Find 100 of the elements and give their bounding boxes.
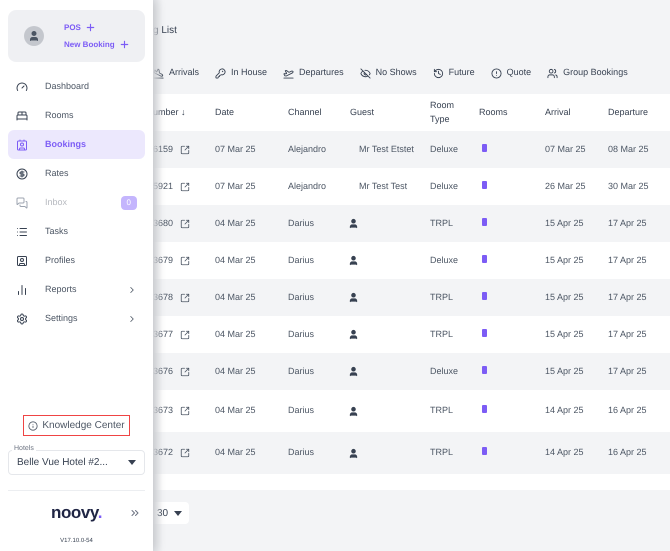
open-external-icon[interactable] xyxy=(180,218,190,228)
open-external-icon[interactable] xyxy=(180,182,190,192)
sidebar-item-label: Rooms xyxy=(45,108,75,122)
sidebar-item-label: Tasks xyxy=(45,224,70,238)
open-external-icon[interactable] xyxy=(180,448,190,458)
sidebar-item[interactable]: Reports xyxy=(8,275,145,304)
bar-chart-icon xyxy=(16,284,28,296)
booking-number: 6159 xyxy=(153,142,174,156)
person-icon xyxy=(348,218,359,229)
open-external-icon[interactable] xyxy=(180,366,190,376)
booking-row[interactable]: 3678 04 Mar 25 Darius TRPL 15 Apr 25 17 Apr 25 xyxy=(153,279,670,316)
knowledge-center-link[interactable]: Knowledge Center xyxy=(23,415,130,436)
table-cell: Darius xyxy=(288,292,314,302)
open-external-icon[interactable] xyxy=(180,292,190,302)
filter-tab[interactable]: Quote xyxy=(490,66,532,80)
booking-number: 3678 xyxy=(153,290,174,304)
table-cell: 16 Apr 25 xyxy=(608,405,647,416)
column-header[interactable]: Room Type xyxy=(430,98,460,126)
table-cell: Deluxe xyxy=(430,366,458,376)
sidebar-item-label: Profiles xyxy=(45,254,76,267)
sidebar-item[interactable]: Rates xyxy=(8,159,145,188)
column-header[interactable]: Date xyxy=(215,106,234,120)
column-header[interactable]: Arrival xyxy=(545,106,571,120)
filter-tab[interactable]: Future xyxy=(432,66,475,80)
expand-icon[interactable] xyxy=(129,507,141,519)
table-cell: 30 Mar 25 xyxy=(608,180,649,191)
filter-tab[interactable]: Group Bookings xyxy=(547,66,628,80)
table-cell: Deluxe xyxy=(430,254,458,265)
filter-tab[interactable]: Arrivals xyxy=(153,66,200,80)
booking-number: 3680 xyxy=(153,216,174,230)
table-cell: 08 Mar 25 xyxy=(608,144,649,154)
booking-row[interactable]: 3676 04 Mar 25 Darius Deluxe 15 Apr 25 17 Apr 25 xyxy=(153,353,670,390)
column-header[interactable]: Guest xyxy=(350,106,374,120)
table-cell: Deluxe xyxy=(430,180,458,191)
open-external-icon[interactable] xyxy=(180,330,190,340)
table-cell-text: Mr Test Test xyxy=(358,180,408,191)
table-cell: 07 Mar 25 xyxy=(215,180,256,191)
booking-row[interactable]: 6159 07 Mar 25 Alejandro Mr Test Etstet Deluxe 07 Mar 25 08 Mar 25 xyxy=(153,131,670,168)
booking-number: 3672 xyxy=(153,446,174,460)
open-external-icon[interactable] xyxy=(180,256,190,266)
table-cell: TRPL xyxy=(430,328,454,339)
table-cell: Darius xyxy=(288,328,314,339)
table-cell: Darius xyxy=(288,447,314,458)
contact-card-icon xyxy=(16,138,28,150)
quick-action-link[interactable]: POS xyxy=(64,22,130,34)
table-cell: 07 Mar 25 xyxy=(545,144,586,154)
filter-tab[interactable]: No Shows xyxy=(360,66,417,80)
chat-bubbles-icon xyxy=(16,196,28,208)
filter-tab[interactable]: Departures xyxy=(283,66,344,80)
sidebar-item-label: Dashboard xyxy=(45,80,90,93)
gear-icon xyxy=(16,312,28,324)
gauge-icon xyxy=(16,80,28,92)
filter-tab[interactable]: In House xyxy=(215,66,268,80)
table-cell: 17 Apr 25 xyxy=(608,366,647,376)
column-header[interactable]: Rooms xyxy=(479,106,508,120)
sidebar-item[interactable]: Rooms xyxy=(8,101,145,130)
table-cell: 04 Mar 25 xyxy=(215,292,256,302)
table-cell: 04 Mar 25 xyxy=(215,218,256,228)
sidebar-item[interactable]: Bookings xyxy=(8,130,145,159)
sidebar-item[interactable]: Profiles xyxy=(8,246,145,275)
open-external-icon[interactable] xyxy=(180,406,190,416)
plus-icon xyxy=(118,39,130,50)
key-icon xyxy=(215,68,226,78)
person-icon xyxy=(348,255,359,266)
plane-takeoff-icon xyxy=(283,68,294,78)
profile-card-icon xyxy=(16,254,28,266)
dollar-coin-icon xyxy=(16,168,28,180)
table-cell: 04 Mar 25 xyxy=(215,447,256,458)
booking-row[interactable]: 3680 04 Mar 25 Darius TRPL 15 Apr 25 17 Apr 25 xyxy=(153,205,670,242)
person-icon xyxy=(348,406,359,416)
table-cell: 17 Apr 25 xyxy=(608,292,647,302)
sidebar-item[interactable]: Dashboard xyxy=(8,72,145,101)
table-cell: Darius xyxy=(288,366,314,376)
booking-row[interactable]: 3672 04 Mar 25 Darius TRPL 14 Apr 25 16 Apr 25 xyxy=(153,432,670,474)
booking-number: 5921 xyxy=(153,180,174,193)
plane-landing-icon xyxy=(153,68,164,78)
column-header[interactable]: Departure xyxy=(608,106,648,120)
person-icon xyxy=(348,448,359,458)
table-cell: 14 Apr 25 xyxy=(545,447,584,458)
column-header[interactable]: Channel xyxy=(288,106,322,120)
table-cell: 14 Apr 25 xyxy=(545,405,584,416)
person-icon xyxy=(348,292,359,303)
booking-number: 3676 xyxy=(153,364,174,378)
sidebar-item[interactable]: Tasks xyxy=(8,217,145,246)
table-cell: TRPL xyxy=(430,405,454,416)
quick-action-link[interactable]: New Booking xyxy=(64,38,130,50)
page-size-select[interactable]: 30 xyxy=(153,502,189,524)
table-cell: 04 Mar 25 xyxy=(215,405,256,416)
alert-icon xyxy=(490,68,502,78)
column-header[interactable]: umber ↓ xyxy=(153,106,186,120)
plus-icon xyxy=(84,22,96,33)
table-cell: Darius xyxy=(288,405,314,416)
table-cell: 07 Mar 25 xyxy=(215,144,256,154)
booking-number: 3679 xyxy=(153,254,174,267)
booking-number: 3677 xyxy=(153,328,174,341)
table-cell: 15 Apr 25 xyxy=(545,328,584,339)
sidebar-item[interactable]: Settings xyxy=(8,304,145,333)
table-cell: TRPL xyxy=(430,447,454,458)
open-external-icon[interactable] xyxy=(180,144,190,154)
caret-icon xyxy=(128,460,136,465)
